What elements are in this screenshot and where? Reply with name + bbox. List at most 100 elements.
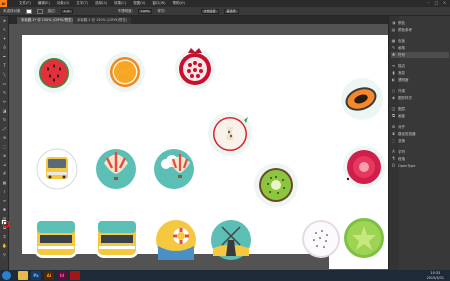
opacity-label: 不透明度: — [117, 8, 133, 13]
menu-object[interactable]: 对象(O) — [57, 1, 70, 6]
menu-help[interactable]: 帮助(H) — [173, 1, 185, 6]
selection-status: 未选择对象 — [3, 8, 21, 13]
panel-symbols[interactable]: ♣ 符号 — [391, 52, 449, 58]
hand-icon[interactable]: ✋ — [2, 244, 7, 248]
magic-wand-icon[interactable]: ✦ — [2, 37, 7, 41]
tab-document-1[interactable]: 未标题-1* @ 150% (CMYK/预览) — [17, 17, 77, 24]
panel-opentype[interactable]: O OpenType — [391, 163, 449, 169]
dragonfruit-icon[interactable] — [343, 146, 385, 188]
pen-icon[interactable]: ✒ — [2, 55, 7, 59]
school-bus-icon[interactable] — [34, 218, 78, 258]
indesign-icon[interactable]: Id — [57, 271, 67, 280]
line-icon[interactable]: ╲ — [2, 73, 7, 77]
panel-transform[interactable]: ⬚ 变换 — [391, 138, 449, 144]
photoshop-icon[interactable]: Ps — [31, 271, 41, 280]
panel-swatches[interactable]: ▦ 色板 — [391, 38, 449, 44]
fill-stroke-icon[interactable] — [1, 219, 9, 227]
panel-pathfinder[interactable]: ⧈ 路径查找器 — [391, 131, 449, 137]
dragonfruit-icon[interactable] — [302, 220, 340, 258]
panel-brushes[interactable]: ✎ 画笔 — [391, 45, 449, 51]
pomegranate-icon[interactable] — [175, 48, 215, 89]
maximize-icon[interactable]: □ — [434, 1, 439, 5]
panel-artboards[interactable]: ⧉ 画板 — [391, 113, 449, 119]
close-icon[interactable]: × — [442, 1, 447, 5]
shape-builder-icon[interactable]: ⊕ — [2, 154, 7, 158]
preferences-button[interactable]: 首选项 — [223, 8, 239, 14]
acrobat-icon[interactable] — [70, 271, 80, 280]
bus-icon[interactable] — [36, 148, 78, 190]
minimize-icon[interactable]: – — [426, 1, 431, 5]
panel-graphic-styles[interactable]: ◈ 图形样式 — [391, 95, 449, 101]
rotate-icon[interactable]: ↻ — [2, 118, 7, 122]
free-transform-icon[interactable]: ⬚ — [2, 145, 7, 149]
menu-edit[interactable]: 编辑(E) — [38, 1, 50, 6]
panel-dock: ◑ 颜色 ▤ 颜色参考 ▦ 色板 ✎ 画笔 ♣ 符号 ≡ 描边 ▮ 渐变 ◐ 透明度 ○ 外观 ◈… — [388, 16, 450, 270]
menu-file[interactable]: 文件(F) — [19, 1, 31, 6]
stroke-weight-field[interactable]: 1 pt — [60, 8, 73, 14]
menu-select[interactable]: 选择(S) — [95, 1, 107, 6]
stroke-swatch[interactable] — [36, 8, 43, 14]
menu-window[interactable]: 窗口(W) — [152, 1, 165, 6]
pencil-icon[interactable]: ✏ — [2, 100, 7, 104]
panel-stroke[interactable]: ≡ 描边 — [391, 63, 449, 69]
document-setup-button[interactable]: 文档设置 — [200, 8, 219, 14]
school-bus-icon[interactable] — [95, 218, 139, 258]
lasso-icon[interactable]: ϑ — [2, 46, 7, 50]
stroke-label: 描边: — [47, 8, 56, 13]
taskbar: Ps Ai Id 10:33 2015/3/31 — [0, 270, 450, 281]
selection-icon[interactable]: ➤ — [2, 19, 7, 23]
kiwi-icon[interactable] — [254, 163, 298, 207]
blend-icon[interactable]: ∞ — [2, 199, 7, 203]
paintbrush-icon[interactable]: ✎ — [2, 91, 7, 95]
artboards-icon: ⧉ — [392, 113, 395, 118]
opacity-field[interactable]: 100% — [137, 8, 153, 14]
eyedropper-icon[interactable]: ⌇ — [2, 190, 7, 194]
windmill-icon[interactable] — [211, 220, 251, 260]
illustrator-logo-icon[interactable]: Ai — [0, 0, 7, 7]
menu-effect[interactable]: 效果(C) — [114, 1, 126, 6]
starfruit-icon[interactable] — [344, 218, 384, 258]
layers-icon: ◫ — [391, 106, 396, 111]
menu-view[interactable]: 视图(V) — [133, 1, 145, 6]
scale-icon[interactable]: ⤢ — [2, 127, 7, 131]
menu-type[interactable]: 文字(T) — [76, 1, 88, 6]
warp-icon[interactable]: ≋ — [2, 136, 7, 140]
papaya-icon[interactable] — [341, 78, 383, 120]
explorer-icon[interactable] — [18, 271, 28, 280]
panel-align[interactable]: ⊞ 对齐 — [391, 124, 449, 130]
panel-paragraph[interactable]: ¶ 段落 — [391, 156, 449, 162]
panel-layers[interactable]: ◫ 图层 — [391, 106, 449, 112]
zoom-icon[interactable]: ⚲ — [2, 253, 7, 257]
fill-swatch[interactable] — [25, 8, 32, 14]
illustrator-icon[interactable]: Ai — [44, 271, 54, 280]
mesh-icon[interactable]: # — [2, 172, 7, 176]
lifebuoy-icon[interactable] — [156, 220, 196, 260]
direct-select-icon[interactable]: ↖ — [2, 28, 7, 32]
panel-transparency[interactable]: ◐ 透明度 — [391, 77, 449, 83]
clock[interactable]: 10:33 2015/3/31 — [427, 271, 444, 280]
symbol-sprayer-icon[interactable]: ✺ — [2, 208, 7, 212]
watermelon-icon[interactable] — [34, 53, 74, 93]
stroke-icon: ≡ — [391, 63, 396, 68]
perspective-icon[interactable]: ⊿ — [2, 163, 7, 167]
eraser-icon[interactable]: ◪ — [2, 109, 7, 113]
canvas[interactable] — [9, 24, 388, 270]
hot-air-balloon-icon[interactable] — [154, 149, 194, 189]
orange-icon[interactable] — [105, 52, 145, 92]
character-icon: A — [392, 149, 395, 154]
rectangle-icon[interactable]: ▭ — [2, 82, 7, 86]
transform-icon: ⬚ — [391, 138, 396, 143]
apple-icon[interactable] — [208, 112, 252, 156]
panel-color-guide[interactable]: ▤ 颜色参考 — [391, 27, 449, 33]
start-button-icon[interactable] — [2, 271, 11, 280]
panel-color[interactable]: ◑ 颜色 — [391, 20, 449, 26]
slice-icon[interactable]: ⌗ — [2, 235, 7, 239]
hot-air-balloon-icon[interactable] — [96, 149, 136, 189]
tab-document-2[interactable]: 未标题-2 @ 150% (CMYK/预览) — [73, 17, 132, 24]
clock-date: 2015/3/31 — [426, 275, 444, 280]
panel-gradient[interactable]: ▮ 渐变 — [391, 70, 449, 76]
panel-appearance[interactable]: ○ 外观 — [391, 88, 449, 94]
gradient-icon[interactable]: ▦ — [2, 181, 7, 185]
type-icon[interactable]: T — [2, 64, 7, 68]
panel-character[interactable]: A 字符 — [391, 149, 449, 155]
